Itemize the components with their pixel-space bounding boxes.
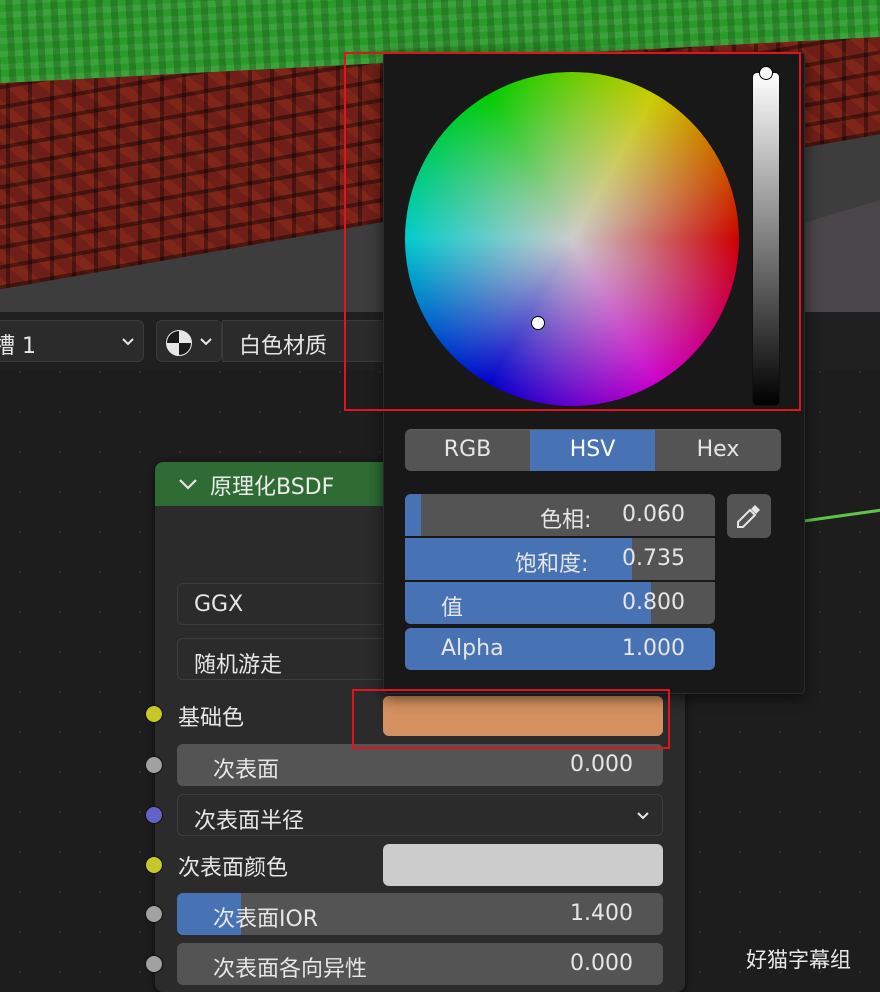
value-value: 0.800 <box>622 590 685 615</box>
subsurface-anisotropy-socket[interactable] <box>145 955 163 973</box>
material-slot-label: 槽 1 <box>0 334 36 359</box>
alpha-label: Alpha <box>441 636 504 661</box>
collapse-chevron-icon[interactable] <box>177 469 199 505</box>
subsurface-color-swatch[interactable] <box>383 844 663 886</box>
subsurface-color-socket[interactable] <box>145 856 163 874</box>
subsurface-ior-socket[interactable] <box>145 905 163 923</box>
subsurface-socket[interactable] <box>145 756 163 774</box>
hue-slider-fill <box>405 494 421 536</box>
subsurface-ior-value: 1.400 <box>570 901 633 926</box>
base-color-socket[interactable] <box>145 705 163 723</box>
watermark-text: 好猫字幕组 <box>746 948 851 972</box>
hue-value: 0.060 <box>622 502 685 527</box>
alpha-value: 1.000 <box>622 636 685 661</box>
saturation-value: 0.735 <box>622 546 685 571</box>
highlight-box-color-wheel <box>344 52 801 411</box>
subsurface-radius-label: 次表面半径 <box>194 809 305 834</box>
chevron-down-icon <box>121 327 135 363</box>
material-slot-dropdown[interactable]: 槽 1 <box>0 320 144 362</box>
base-color-label: 基础色 <box>178 706 245 731</box>
subsurface-label: 次表面 <box>213 758 280 783</box>
alpha-slider[interactable]: Alpha 1.000 <box>405 628 715 670</box>
subsurface-anisotropy-slider[interactable]: 次表面各向异性 0.000 <box>177 943 663 985</box>
subsurface-anisotropy-value: 0.000 <box>570 951 633 976</box>
subsurface-anisotropy-label: 次表面各向异性 <box>213 957 368 982</box>
subsurface-method-dropdown[interactable]: 随机游走 <box>177 638 397 680</box>
subsurface-color-label: 次表面颜色 <box>178 856 289 881</box>
hue-label: 色相: <box>540 508 592 533</box>
node-title: 原理化BSDF <box>210 475 335 500</box>
eyedropper-button[interactable] <box>727 494 771 538</box>
value-slider[interactable]: 值 0.800 <box>405 582 715 624</box>
hue-slider[interactable]: 色相: 0.060 <box>405 494 715 536</box>
tab-hsv[interactable]: HSV <box>530 429 655 471</box>
material-name-text: 白色材质 <box>239 334 328 359</box>
subsurface-ior-slider[interactable]: 次表面IOR 1.400 <box>177 893 663 935</box>
distribution-value: GGX <box>194 592 244 617</box>
material-sphere-icon <box>165 329 193 363</box>
subsurface-value: 0.000 <box>570 752 633 777</box>
material-browse-button[interactable] <box>156 320 222 362</box>
saturation-label: 饱和度: <box>515 552 589 577</box>
distribution-dropdown[interactable]: GGX <box>177 583 397 625</box>
eyedropper-icon <box>735 502 763 534</box>
subsurface-radius-socket[interactable] <box>145 806 163 824</box>
value-label: 值 <box>441 596 464 621</box>
saturation-slider[interactable]: 饱和度: 0.735 <box>405 538 715 580</box>
tab-rgb[interactable]: RGB <box>405 429 530 471</box>
subsurface-ior-label: 次表面IOR <box>213 907 319 932</box>
chevron-down-icon <box>636 801 650 835</box>
tab-hex[interactable]: Hex <box>655 429 781 471</box>
subsurface-radius-dropdown[interactable]: 次表面半径 <box>177 794 663 836</box>
highlight-box-base-color <box>352 689 670 749</box>
subsurface-method-value: 随机游走 <box>194 653 283 678</box>
subsurface-slider[interactable]: 次表面 0.000 <box>177 744 663 786</box>
chevron-down-icon <box>199 327 213 363</box>
